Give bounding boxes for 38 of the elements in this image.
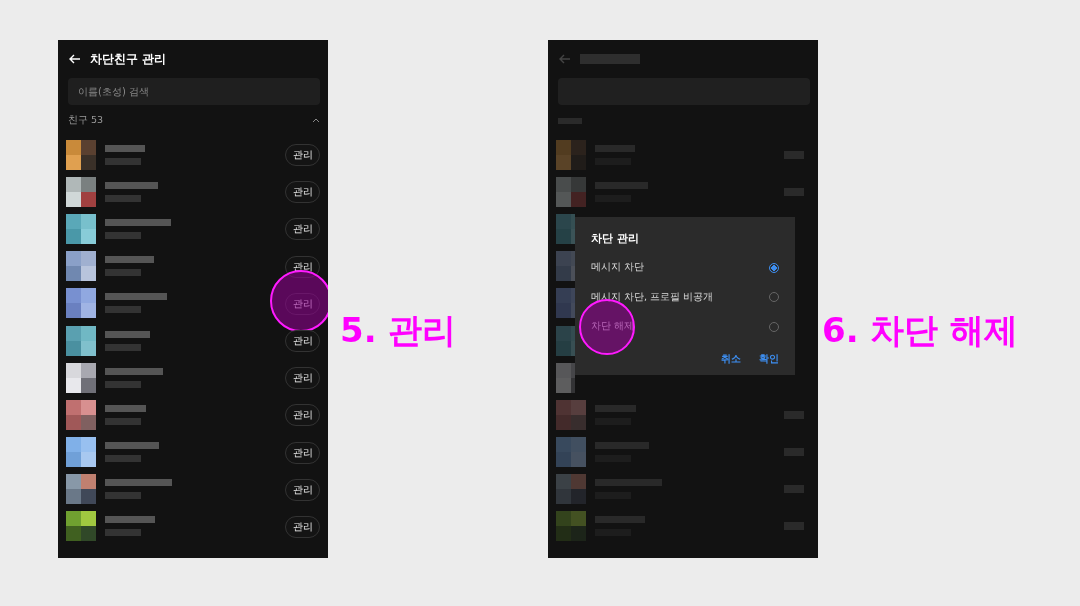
- redacted-name: [105, 516, 155, 537]
- redacted-name: [105, 404, 146, 425]
- search-field[interactable]: 이름(초성) 검색: [68, 78, 320, 105]
- option-label[interactable]: 메시지 차단: [591, 261, 645, 275]
- manage-button[interactable]: 관리: [285, 404, 320, 427]
- redacted-name: [105, 330, 150, 351]
- collapse-chevron-icon[interactable]: [312, 118, 320, 123]
- redacted-name: [105, 218, 171, 239]
- manage-button[interactable]: 관리: [285, 441, 320, 464]
- back-arrow-icon: [559, 54, 571, 64]
- dialog-button[interactable]: 확인: [759, 349, 779, 368]
- manage-button[interactable]: 관리: [285, 367, 320, 390]
- redacted-name: [105, 367, 163, 388]
- manage-button[interactable]: 관리: [285, 218, 320, 241]
- dialog-button[interactable]: 취소: [721, 349, 741, 368]
- manage-button[interactable]: 관리: [285, 478, 320, 501]
- redacted-title: [580, 54, 640, 64]
- redacted-name: [105, 479, 172, 500]
- manage-button[interactable]: 관리: [285, 144, 320, 167]
- redacted-name: [105, 144, 145, 165]
- manage-button[interactable]: 관리: [285, 255, 320, 278]
- manage-button[interactable]: 관리: [285, 330, 320, 353]
- section-label: 친구 53: [68, 114, 104, 127]
- manage-button[interactable]: 관리: [285, 515, 320, 538]
- redacted-label: [558, 117, 582, 124]
- step-label: 6. 차단 해제: [822, 310, 1019, 350]
- redacted-name: [105, 256, 154, 277]
- back-arrow-icon[interactable]: [69, 54, 81, 64]
- dialog-title: 차단 관리: [591, 231, 640, 247]
- manage-button[interactable]: 관리: [285, 292, 320, 315]
- screen-title: 차단친구 관리: [90, 50, 167, 68]
- radio-button[interactable]: [769, 262, 779, 273]
- step-label: 5. 관리: [340, 310, 457, 350]
- option-label[interactable]: 메시지 차단, 프로필 비공개: [591, 290, 714, 304]
- redacted-name: [105, 293, 167, 314]
- redacted-name: [105, 442, 159, 463]
- redacted-name: [105, 181, 158, 202]
- manage-button[interactable]: 관리: [285, 181, 320, 204]
